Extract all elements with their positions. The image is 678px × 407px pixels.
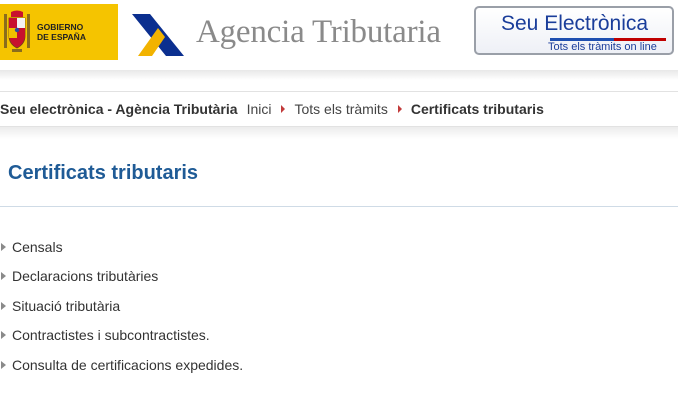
breadcrumb-link-inici[interactable]: Inici: [247, 101, 272, 117]
bullet-arrow-icon: [1, 360, 6, 369]
breadcrumb-current: Certificats tributaris: [410, 101, 544, 117]
seu-subtitle: Tots els tràmits on line: [548, 41, 657, 53]
seu-title: Seu Electrònica: [501, 12, 649, 35]
procedure-link[interactable]: Censals: [12, 239, 63, 255]
procedure-link[interactable]: Situació tributària: [12, 298, 120, 314]
procedure-link[interactable]: Declaracions tributàries: [12, 268, 158, 284]
breadcrumb-divider: [0, 127, 678, 139]
site-header: GOBIERNO DE ESPAÑA Agencia Tributaria Se…: [0, 0, 678, 70]
procedure-item-contractistes[interactable]: Contractistes i subcontractistes.: [0, 321, 243, 351]
procedure-item-censals[interactable]: Censals: [0, 232, 243, 262]
procedure-item-declaracions[interactable]: Declaracions tributàries: [0, 262, 243, 292]
procedure-list: Censals Declaracions tributàries Situaci…: [0, 232, 243, 380]
coat-of-arms-icon: [4, 10, 30, 52]
breadcrumb: Seu electrònica - Agència Tributària Ini…: [0, 91, 678, 127]
procedure-link[interactable]: Contractistes i subcontractistes.: [12, 327, 210, 343]
procedure-item-consulta[interactable]: Consulta de certificacions expedides.: [0, 350, 243, 380]
breadcrumb-arrow-icon: [397, 105, 402, 113]
seu-electronica-logo[interactable]: Seu Electrònica Tots els tràmits on line: [474, 6, 674, 55]
bullet-arrow-icon: [1, 301, 6, 310]
gov-logo-text: GOBIERNO DE ESPAÑA: [37, 22, 86, 42]
bullet-arrow-icon: [1, 272, 6, 281]
agency-name[interactable]: Agencia Tributaria: [196, 9, 441, 55]
bullet-arrow-icon: [1, 242, 6, 251]
agencia-tributaria-logo-icon[interactable]: [128, 6, 188, 62]
gobierno-de-espana-logo[interactable]: GOBIERNO DE ESPAÑA: [0, 4, 118, 60]
page-title: Certificats tributaris: [8, 162, 199, 184]
bullet-arrow-icon: [1, 331, 6, 340]
breadcrumb-link-tots-els-tramits[interactable]: Tots els tràmits: [294, 101, 387, 117]
procedure-link[interactable]: Consulta de certificacions expedides.: [12, 357, 243, 373]
procedure-item-situacio[interactable]: Situació tributària: [0, 291, 243, 321]
breadcrumb-arrow-icon: [281, 105, 286, 113]
breadcrumb-site-name: Seu electrònica - Agència Tributària: [0, 101, 238, 117]
header-divider: [0, 70, 678, 80]
title-divider: [0, 206, 678, 207]
